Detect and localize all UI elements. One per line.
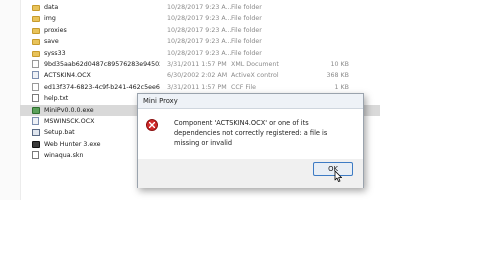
dialog-body: Component 'ACTSKIN4.OCX' or one of its d… — [138, 109, 363, 159]
navigation-pane[interactable] — [0, 0, 21, 200]
dialog-footer: OK — [138, 159, 363, 188]
file-type: CCF File — [231, 83, 256, 91]
folder-icon — [32, 48, 41, 59]
folder-icon — [32, 36, 41, 47]
activex-icon — [32, 70, 41, 81]
file-date-modified: 6/30/2002 2:02 AM — [167, 72, 228, 80]
file-name: ed13f374-6823-4c9f-b241-462c5ee63f32... — [44, 83, 160, 91]
file-date-modified: 10/28/2017 9:23 A... — [167, 15, 232, 23]
activex-icon — [32, 116, 41, 127]
folder-icon — [32, 2, 41, 13]
file-date-modified: 10/28/2017 9:23 A... — [167, 49, 232, 57]
file-name: proxies — [44, 26, 67, 34]
file-name: 9bd35aab62d0487c89576283e945022c9... — [44, 61, 160, 68]
file-row[interactable]: 9bd35aab62d0487c89576283e945022c9... 3/31… — [20, 59, 380, 70]
app-icon — [32, 139, 41, 150]
file-size — [300, 48, 349, 59]
file-size: 368 KB — [326, 72, 349, 80]
file-size — [300, 25, 349, 36]
file-size — [300, 13, 349, 24]
error-icon — [146, 119, 158, 131]
error-dialog: Mini Proxy Component 'ACTSKIN4.OCX' or o… — [137, 93, 364, 188]
dialog-message: Component 'ACTSKIN4.OCX' or one of its d… — [174, 119, 328, 147]
folder-icon — [32, 13, 41, 24]
file-type: XML Document — [231, 61, 279, 68]
document-icon — [32, 59, 41, 70]
file-size — [300, 2, 349, 13]
dialog-title: Mini Proxy — [143, 97, 178, 105]
file-date-modified: 10/28/2017 9:23 A... — [167, 26, 232, 34]
file-row[interactable]: data 10/28/2017 9:23 A... File folder — [20, 2, 380, 13]
file-name: data — [44, 4, 59, 11]
ok-button[interactable]: OK — [313, 162, 353, 176]
file-name: ACTSKIN4.OCX — [44, 72, 91, 80]
file-row[interactable]: syss33 10/28/2017 9:23 A... File folder — [20, 48, 380, 59]
file-type: ActiveX control — [231, 72, 279, 80]
file-row[interactable]: ed13f374-6823-4c9f-b241-462c5ee63f32... 3… — [20, 82, 380, 93]
file-type: File folder — [231, 38, 262, 46]
file-row[interactable]: proxies 10/28/2017 9:23 A... File folder — [20, 25, 380, 36]
skin-file-icon — [32, 150, 41, 161]
file-type: File folder — [231, 49, 262, 57]
file-size: 10 KB — [330, 61, 349, 68]
file-type: File folder — [231, 15, 262, 23]
batch-file-icon — [32, 127, 41, 138]
file-type: File folder — [231, 26, 262, 34]
file-size: 1 KB — [334, 83, 349, 91]
file-name: save — [44, 38, 59, 46]
file-name: img — [44, 15, 56, 23]
folder-icon — [32, 25, 41, 36]
dialog-titlebar[interactable]: Mini Proxy — [138, 94, 363, 109]
file-date-modified: 3/31/2011 1:57 PM — [167, 61, 227, 68]
file-row[interactable]: save 10/28/2017 9:23 A... File folder — [20, 36, 380, 47]
mouse-cursor-icon — [334, 170, 342, 182]
text-file-icon — [32, 93, 41, 104]
file-date-modified: 10/28/2017 9:23 A... — [167, 38, 232, 46]
file-type: File folder — [231, 4, 262, 11]
file-date-modified: 10/28/2017 9:23 A... — [167, 4, 232, 11]
exe-icon — [32, 105, 41, 116]
file-size — [300, 36, 349, 47]
file-date-modified: 3/31/2011 1:57 PM — [167, 83, 227, 91]
file-row[interactable]: ACTSKIN4.OCX 6/30/2002 2:02 AM ActiveX con… — [20, 70, 380, 81]
document-icon — [32, 82, 41, 93]
file-name: syss33 — [44, 49, 66, 57]
file-row[interactable]: img 10/28/2017 9:23 A... File folder — [20, 13, 380, 24]
